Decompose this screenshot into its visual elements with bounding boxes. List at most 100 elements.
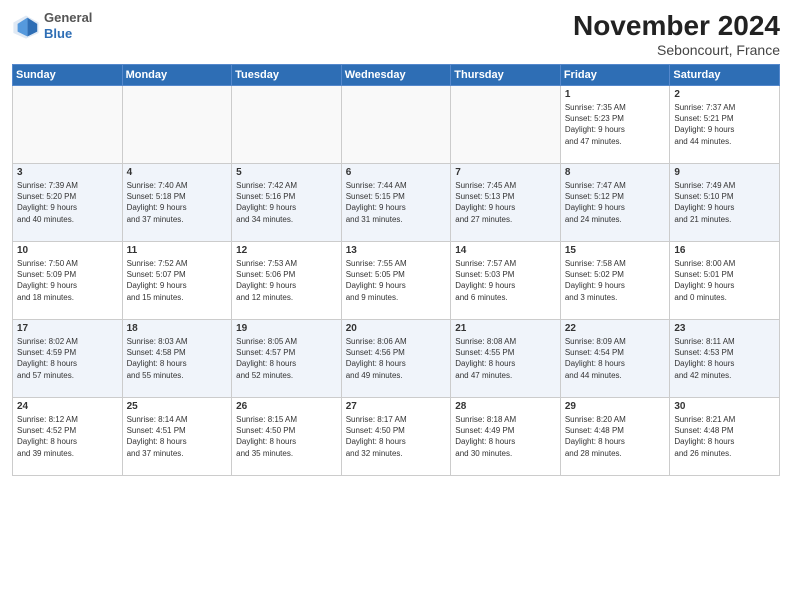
weekday-header: Wednesday [341,65,451,86]
day-number: 8 [565,167,666,178]
day-number: 12 [236,245,337,256]
day-info: Sunrise: 7:49 AM Sunset: 5:10 PM Dayligh… [674,180,775,225]
calendar-cell: 16 Sunrise: 8:00 AM Sunset: 5:01 PM Dayli… [670,242,780,320]
day-info: Sunrise: 7:50 AM Sunset: 5:09 PM Dayligh… [17,258,118,303]
day-info: Sunrise: 7:45 AM Sunset: 5:13 PM Dayligh… [455,180,556,225]
day-info: Sunrise: 8:18 AM Sunset: 4:49 PM Dayligh… [455,414,556,459]
month-title: November 2024 [573,10,780,42]
day-info: Sunrise: 7:35 AM Sunset: 5:23 PM Dayligh… [565,102,666,147]
day-info: Sunrise: 8:21 AM Sunset: 4:48 PM Dayligh… [674,414,775,459]
calendar-cell: 9 Sunrise: 7:49 AM Sunset: 5:10 PM Daylig… [670,164,780,242]
calendar-header-row: SundayMondayTuesdayWednesdayThursdayFrid… [13,65,780,86]
weekday-header: Sunday [13,65,123,86]
day-number: 22 [565,323,666,334]
weekday-header: Friday [560,65,670,86]
logo-icon [12,12,40,40]
calendar-cell: 21 Sunrise: 8:08 AM Sunset: 4:55 PM Dayli… [451,320,561,398]
day-number: 17 [17,323,118,334]
calendar-cell: 29Sunrise: 8:20 AM Sunset: 4:48 PM Dayli… [560,398,670,476]
day-number: 7 [455,167,556,178]
day-number: 15 [565,245,666,256]
calendar-cell: 15 Sunrise: 7:58 AM Sunset: 5:02 PM Dayli… [560,242,670,320]
day-number: 13 [346,245,447,256]
calendar-cell: 4 Sunrise: 7:40 AM Sunset: 5:18 PM Daylig… [122,164,232,242]
calendar-cell: 22 Sunrise: 8:09 AM Sunset: 4:54 PM Dayli… [560,320,670,398]
page-header: General Blue November 2024 Seboncourt, F… [12,10,780,58]
day-number: 14 [455,245,556,256]
day-info: Sunrise: 8:00 AM Sunset: 5:01 PM Dayligh… [674,258,775,303]
day-info: Sunrise: 8:11 AM Sunset: 4:53 PM Dayligh… [674,336,775,381]
day-info: Sunrise: 7:57 AM Sunset: 5:03 PM Dayligh… [455,258,556,303]
page-container: General Blue November 2024 Seboncourt, F… [0,0,792,612]
day-info: Sunrise: 8:06 AM Sunset: 4:56 PM Dayligh… [346,336,447,381]
day-number: 1 [565,89,666,100]
weekday-header: Thursday [451,65,561,86]
logo-blue: Blue [44,26,72,41]
day-number: 9 [674,167,775,178]
calendar-cell: 10 Sunrise: 7:50 AM Sunset: 5:09 PM Dayli… [13,242,123,320]
calendar-cell: 30 Sunrise: 8:21 AM Sunset: 4:48 PM Dayli… [670,398,780,476]
day-number: 3 [17,167,118,178]
title-block: November 2024 Seboncourt, France [573,10,780,58]
calendar-week-row: 3 Sunrise: 7:39 AM Sunset: 5:20 PM Daylig… [13,164,780,242]
calendar-table: SundayMondayTuesdayWednesdayThursdayFrid… [12,64,780,476]
location-subtitle: Seboncourt, France [573,42,780,58]
day-info: Sunrise: 8:15 AM Sunset: 4:50 PM Dayligh… [236,414,337,459]
calendar-cell: 25 Sunrise: 8:14 AM Sunset: 4:51 PM Dayli… [122,398,232,476]
calendar-cell: 23 Sunrise: 8:11 AM Sunset: 4:53 PM Dayli… [670,320,780,398]
day-info: Sunrise: 7:39 AM Sunset: 5:20 PM Dayligh… [17,180,118,225]
calendar-cell: 19Sunrise: 8:05 AM Sunset: 4:57 PM Dayli… [232,320,342,398]
day-number: 26 [236,401,337,412]
calendar-week-row: 17 Sunrise: 8:02 AM Sunset: 4:59 PM Dayli… [13,320,780,398]
day-number: 2 [674,89,775,100]
day-number: 10 [17,245,118,256]
day-number: 23 [674,323,775,334]
day-info: Sunrise: 8:20 AM Sunset: 4:48 PM Dayligh… [565,414,666,459]
logo: General Blue [12,10,92,41]
calendar-cell: 26 Sunrise: 8:15 AM Sunset: 4:50 PM Dayli… [232,398,342,476]
weekday-header: Tuesday [232,65,342,86]
day-info: Sunrise: 8:02 AM Sunset: 4:59 PM Dayligh… [17,336,118,381]
day-number: 25 [127,401,228,412]
calendar-cell: 12 Sunrise: 7:53 AM Sunset: 5:06 PM Dayli… [232,242,342,320]
calendar-week-row: 10 Sunrise: 7:50 AM Sunset: 5:09 PM Dayli… [13,242,780,320]
logo-general: General [44,10,92,25]
calendar-cell: 18Sunrise: 8:03 AM Sunset: 4:58 PM Dayli… [122,320,232,398]
day-number: 4 [127,167,228,178]
calendar-cell: 20Sunrise: 8:06 AM Sunset: 4:56 PM Dayli… [341,320,451,398]
day-info: Sunrise: 8:14 AM Sunset: 4:51 PM Dayligh… [127,414,228,459]
day-number: 24 [17,401,118,412]
day-number: 18 [127,323,228,334]
day-number: 27 [346,401,447,412]
calendar-cell: 13 Sunrise: 7:55 AM Sunset: 5:05 PM Dayli… [341,242,451,320]
day-number: 16 [674,245,775,256]
day-info: Sunrise: 7:42 AM Sunset: 5:16 PM Dayligh… [236,180,337,225]
calendar-week-row: 1 Sunrise: 7:35 AM Sunset: 5:23 PM Daylig… [13,86,780,164]
day-info: Sunrise: 7:58 AM Sunset: 5:02 PM Dayligh… [565,258,666,303]
calendar-cell: 11Sunrise: 7:52 AM Sunset: 5:07 PM Dayli… [122,242,232,320]
calendar-cell: 3 Sunrise: 7:39 AM Sunset: 5:20 PM Daylig… [13,164,123,242]
day-info: Sunrise: 7:47 AM Sunset: 5:12 PM Dayligh… [565,180,666,225]
calendar-cell: 1 Sunrise: 7:35 AM Sunset: 5:23 PM Daylig… [560,86,670,164]
calendar-cell: 17 Sunrise: 8:02 AM Sunset: 4:59 PM Dayli… [13,320,123,398]
calendar-cell: 5Sunrise: 7:42 AM Sunset: 5:16 PM Daylig… [232,164,342,242]
calendar-cell: 27Sunrise: 8:17 AM Sunset: 4:50 PM Dayli… [341,398,451,476]
day-number: 21 [455,323,556,334]
day-info: Sunrise: 7:53 AM Sunset: 5:06 PM Dayligh… [236,258,337,303]
day-info: Sunrise: 8:05 AM Sunset: 4:57 PM Dayligh… [236,336,337,381]
weekday-header: Monday [122,65,232,86]
day-info: Sunrise: 8:09 AM Sunset: 4:54 PM Dayligh… [565,336,666,381]
calendar-cell [232,86,342,164]
day-number: 30 [674,401,775,412]
weekday-header: Saturday [670,65,780,86]
calendar-cell [341,86,451,164]
day-info: Sunrise: 7:40 AM Sunset: 5:18 PM Dayligh… [127,180,228,225]
day-info: Sunrise: 7:44 AM Sunset: 5:15 PM Dayligh… [346,180,447,225]
day-number: 28 [455,401,556,412]
day-info: Sunrise: 7:55 AM Sunset: 5:05 PM Dayligh… [346,258,447,303]
calendar-cell: 8 Sunrise: 7:47 AM Sunset: 5:12 PM Daylig… [560,164,670,242]
day-info: Sunrise: 7:52 AM Sunset: 5:07 PM Dayligh… [127,258,228,303]
day-info: Sunrise: 8:08 AM Sunset: 4:55 PM Dayligh… [455,336,556,381]
day-info: Sunrise: 7:37 AM Sunset: 5:21 PM Dayligh… [674,102,775,147]
calendar-cell: 24Sunrise: 8:12 AM Sunset: 4:52 PM Dayli… [13,398,123,476]
